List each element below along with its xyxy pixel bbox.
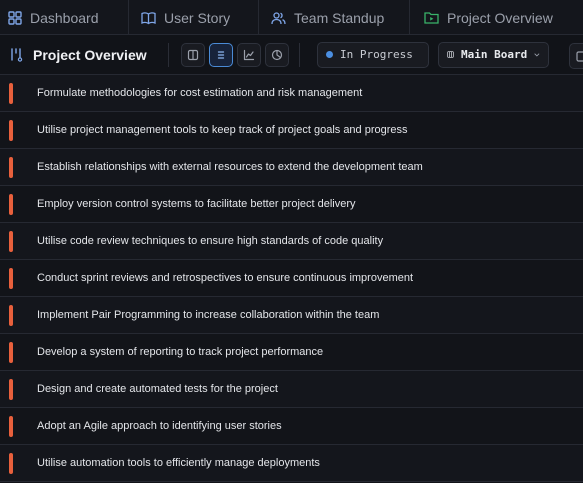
- board-header: Project Overview In Progress Main Board: [0, 35, 583, 75]
- divider: [299, 42, 300, 67]
- priority-indicator: [9, 415, 13, 437]
- book-icon: [141, 11, 156, 24]
- tab-label: User Story: [164, 9, 231, 26]
- task-row[interactable]: Establish relationships with external re…: [0, 149, 583, 186]
- board-icon: [447, 51, 454, 58]
- task-row[interactable]: Utilise project management tools to keep…: [0, 112, 583, 149]
- tab-bar: Dashboard User Story Team Standup Projec…: [0, 0, 583, 35]
- task-list: Formulate methodologies for cost estimat…: [0, 75, 583, 482]
- task-row[interactable]: Adopt an Agile approach to identifying u…: [0, 408, 583, 445]
- kanban-icon: [11, 47, 23, 62]
- title-block: Project Overview: [0, 47, 168, 63]
- task-row[interactable]: Utilise code review techniques to ensure…: [0, 223, 583, 260]
- board-options-button[interactable]: [569, 43, 583, 69]
- grid-icon: [8, 10, 22, 25]
- pie-view-button[interactable]: [265, 42, 289, 67]
- users-icon: [271, 11, 286, 24]
- priority-indicator: [9, 230, 13, 252]
- priority-indicator: [9, 156, 13, 178]
- board-options-icon: [575, 50, 583, 62]
- task-row[interactable]: Design and create automated tests for th…: [0, 371, 583, 408]
- task-row[interactable]: Implement Pair Programming to increase c…: [0, 297, 583, 334]
- tab-label: Project Overview: [447, 9, 553, 26]
- view-switcher: [169, 42, 299, 67]
- task-title: Utilise project management tools to keep…: [37, 124, 408, 136]
- task-title: Implement Pair Programming to increase c…: [37, 309, 380, 321]
- chart-view-icon: [243, 49, 255, 60]
- priority-indicator: [9, 119, 13, 141]
- priority-indicator: [9, 378, 13, 400]
- priority-indicator: [9, 304, 13, 326]
- task-title: Employ version control systems to facili…: [37, 198, 356, 210]
- tab-user-story[interactable]: User Story: [129, 0, 259, 35]
- task-title: Utilise automation tools to efficiently …: [37, 457, 320, 469]
- task-title: Formulate methodologies for cost estimat…: [37, 87, 363, 99]
- task-title: Conduct sprint reviews and retrospective…: [37, 272, 414, 284]
- priority-indicator: [9, 193, 13, 215]
- status-dot: [326, 51, 333, 58]
- task-row[interactable]: Develop a system of reporting to track p…: [0, 334, 583, 371]
- task-title: Utilise code review techniques to ensure…: [37, 235, 384, 247]
- task-row[interactable]: Employ version control systems to facili…: [0, 186, 583, 223]
- task-title: Adopt an Agile approach to identifying u…: [37, 420, 282, 432]
- columns-view-button[interactable]: [181, 42, 205, 67]
- page-title: Project Overview: [33, 46, 147, 63]
- board-label: Main Board: [461, 48, 528, 61]
- priority-indicator: [9, 267, 13, 289]
- chevron-down-icon: [534, 52, 540, 57]
- priority-indicator: [9, 82, 13, 104]
- tab-label: Dashboard: [30, 9, 99, 26]
- tab-team-standup[interactable]: Team Standup: [259, 0, 410, 35]
- priority-indicator: [9, 452, 13, 474]
- list-view-button[interactable]: [209, 42, 233, 67]
- task-row[interactable]: Formulate methodologies for cost estimat…: [0, 75, 583, 112]
- folder-play-icon: [424, 12, 439, 24]
- tab-dashboard[interactable]: Dashboard: [0, 0, 129, 35]
- list-view-icon: [217, 50, 225, 59]
- task-title: Develop a system of reporting to track p…: [37, 346, 324, 358]
- task-row[interactable]: Conduct sprint reviews and retrospective…: [0, 260, 583, 297]
- task-title: Design and create automated tests for th…: [37, 383, 278, 395]
- task-row[interactable]: Utilise automation tools to efficiently …: [0, 445, 583, 482]
- chart-view-button[interactable]: [237, 42, 261, 67]
- board-dropdown[interactable]: Main Board: [438, 41, 549, 68]
- pie-view-icon: [271, 49, 283, 60]
- tab-project-overview[interactable]: Project Overview: [410, 0, 583, 35]
- columns-view-icon: [187, 49, 199, 60]
- task-title: Establish relationships with external re…: [37, 161, 423, 173]
- status-label: In Progress: [340, 48, 413, 61]
- priority-indicator: [9, 341, 13, 363]
- status-dropdown[interactable]: In Progress: [317, 41, 429, 68]
- tab-label: Team Standup: [294, 9, 385, 26]
